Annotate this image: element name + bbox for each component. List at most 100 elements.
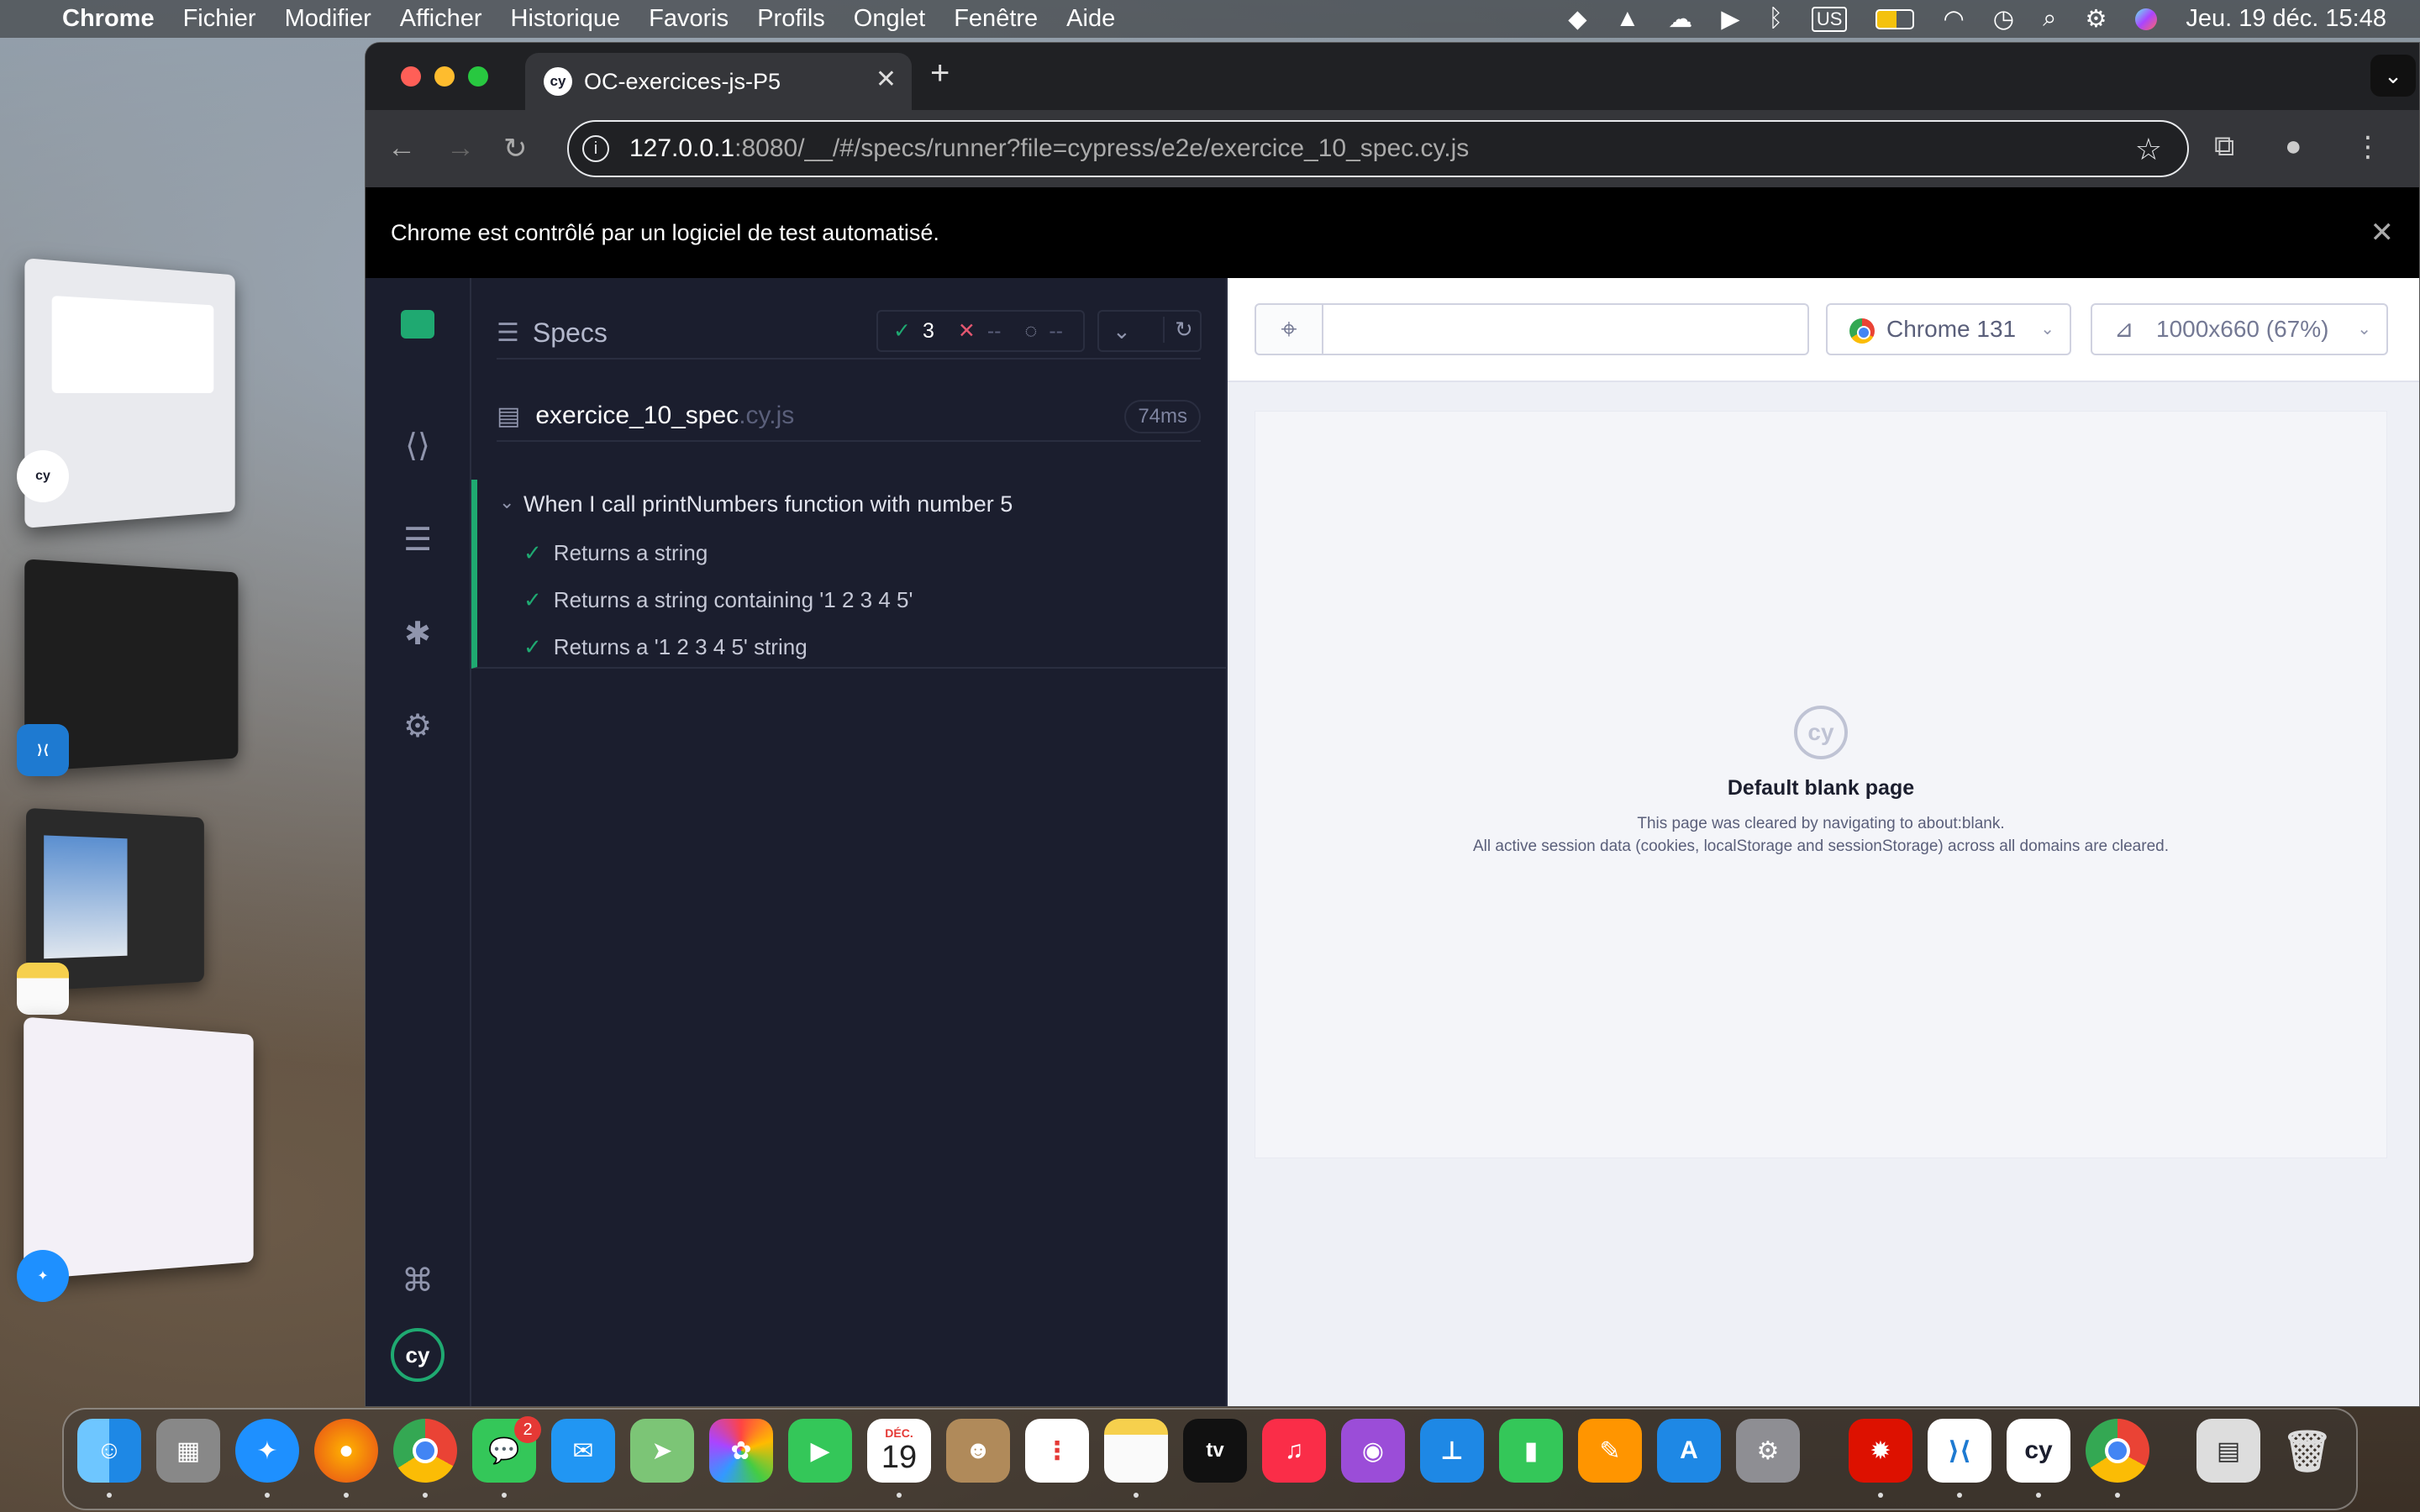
- calendar-icon[interactable]: DÉC. 19: [867, 1419, 931, 1483]
- selector-playground-button[interactable]: ⌖: [1255, 303, 1323, 355]
- downloads-stack-icon[interactable]: ▤: [2196, 1419, 2260, 1483]
- browser-selector[interactable]: Chrome 131 ⌄: [1826, 303, 2071, 355]
- aut-iframe[interactable]: cy Default blank page This page was clea…: [1255, 411, 2387, 1158]
- apple-tv-icon[interactable]: tv: [1183, 1419, 1247, 1483]
- cypress-dock-icon[interactable]: cy: [2007, 1419, 2070, 1483]
- app-store-icon[interactable]: A: [1657, 1419, 1721, 1483]
- spec-duration: 74ms: [1124, 400, 1201, 433]
- close-window-button[interactable]: [401, 66, 421, 87]
- site-info-icon[interactable]: i: [582, 135, 609, 162]
- close-tab-icon[interactable]: ✕: [876, 65, 897, 94]
- suite-collapse-chevron-icon[interactable]: ⌄: [499, 491, 514, 513]
- numbers-icon[interactable]: ▮: [1499, 1419, 1563, 1483]
- maps-icon[interactable]: ➤: [630, 1419, 694, 1483]
- specs-nav-icon[interactable]: ⟨⟩: [397, 426, 438, 466]
- menu-fenetre[interactable]: Fenêtre: [954, 5, 1038, 33]
- stage-thumb-browser[interactable]: [24, 1016, 254, 1280]
- new-tab-button[interactable]: +: [930, 55, 950, 92]
- chrome-alt-dock-icon[interactable]: [2086, 1419, 2149, 1483]
- contacts-icon[interactable]: ☻: [946, 1419, 1010, 1483]
- menu-modifier[interactable]: Modifier: [285, 5, 371, 33]
- specs-list-icon[interactable]: ☰: [497, 318, 519, 348]
- battery-icon[interactable]: [1876, 8, 1915, 29]
- extensions-icon[interactable]: ⧉: [2214, 130, 2234, 163]
- file-icon: ▤: [497, 402, 521, 430]
- forward-icon[interactable]: →: [446, 132, 475, 165]
- specs-title[interactable]: Specs: [533, 318, 608, 349]
- wifi-icon[interactable]: ◠: [1943, 4, 1964, 34]
- drive-icon[interactable]: ▲: [1616, 5, 1640, 33]
- settings-nav-icon[interactable]: ⚙: [397, 706, 438, 747]
- minimize-window-button[interactable]: [434, 66, 455, 87]
- reminders-icon[interactable]: ⋮: [1025, 1419, 1089, 1483]
- address-bar[interactable]: i 127.0.0.1:8080/__/#/specs/runner?file=…: [567, 120, 2189, 177]
- profile-icon[interactable]: ●: [2285, 130, 2302, 163]
- siri-icon[interactable]: [2135, 8, 2158, 30]
- mail-icon[interactable]: ✉: [551, 1419, 615, 1483]
- podcasts-icon[interactable]: ◉: [1341, 1419, 1405, 1483]
- automation-infobar: Chrome est contrôlé par un logiciel de t…: [366, 187, 2419, 278]
- test-item[interactable]: ✓ Returns a '1 2 3 4 5' string: [523, 634, 808, 660]
- status-app-icon[interactable]: ◆: [1568, 4, 1586, 34]
- browser-toolbar: ← → ↻ i 127.0.0.1:8080/__/#/specs/runner…: [366, 110, 2419, 187]
- running-indicator: [1957, 1493, 1962, 1498]
- menu-profils[interactable]: Profils: [757, 5, 825, 33]
- aut-url-input[interactable]: [1323, 303, 1809, 355]
- menu-app-name[interactable]: Chrome: [62, 5, 155, 33]
- cypress-runner: ⟨⟩ ☰ ✱ ⚙ ⌘ cy ☰ Specs ✓ 3 ✕ -- ◌ -- ⌄ ↻: [366, 278, 2419, 1406]
- bookmark-star-icon[interactable]: ☆: [2135, 132, 2162, 167]
- blank-page-line-1: This page was cleared by navigating to a…: [1637, 815, 2005, 832]
- test-item[interactable]: ✓ Returns a string: [523, 540, 708, 566]
- control-center-icon[interactable]: ⚙: [2085, 4, 2107, 34]
- pages-icon[interactable]: ✎: [1578, 1419, 1642, 1483]
- runs-nav-icon[interactable]: ☰: [397, 520, 438, 560]
- vscode-dock-icon[interactable]: ⟩⟨: [1928, 1419, 1991, 1483]
- music-icon[interactable]: ♫: [1262, 1419, 1326, 1483]
- rerun-tests-button[interactable]: ↻: [1163, 317, 1193, 343]
- test-item[interactable]: ✓ Returns a string containing '1 2 3 4 5': [523, 587, 913, 613]
- menu-aide[interactable]: Aide: [1066, 5, 1115, 33]
- photos-icon[interactable]: ✿: [709, 1419, 773, 1483]
- menu-historique[interactable]: Historique: [511, 5, 621, 33]
- test-suite: ⌄ When I call printNumbers function with…: [471, 480, 1228, 669]
- automation-message: Chrome est contrôlé par un logiciel de t…: [391, 219, 939, 245]
- launchpad-icon[interactable]: ▦: [156, 1419, 220, 1483]
- notes-icon[interactable]: [1104, 1419, 1168, 1483]
- suite-title[interactable]: When I call printNumbers function with n…: [523, 491, 1013, 517]
- facetime-icon[interactable]: ▶: [788, 1419, 852, 1483]
- system-settings-icon[interactable]: ⚙: [1736, 1419, 1800, 1483]
- viewport-selector[interactable]: ⊿ 1000x660 (67%) ⌄: [2091, 303, 2388, 355]
- chrome-dock-icon[interactable]: [393, 1419, 457, 1483]
- project-icon[interactable]: [401, 310, 434, 339]
- firefox-icon[interactable]: ●: [314, 1419, 378, 1483]
- safari-icon[interactable]: ✦: [235, 1419, 299, 1483]
- keyboard-layout[interactable]: US: [1811, 6, 1848, 32]
- finder-icon[interactable]: ☺: [77, 1419, 141, 1483]
- keynote-icon[interactable]: ⊥: [1420, 1419, 1484, 1483]
- close-infobar-icon[interactable]: ✕: [2370, 216, 2395, 249]
- maximize-window-button[interactable]: [468, 66, 488, 87]
- back-icon[interactable]: ←: [387, 132, 416, 165]
- reload-icon[interactable]: ↻: [503, 132, 528, 165]
- menu-favoris[interactable]: Favoris: [649, 5, 729, 33]
- bluetooth-icon[interactable]: ᛒ: [1769, 5, 1783, 33]
- chevron-down-icon: ⌄: [2357, 320, 2371, 339]
- browser-tab[interactable]: cy OC-exercices-js-P5 ✕: [525, 53, 912, 110]
- search-icon[interactable]: ⌕: [2043, 5, 2056, 33]
- trash-icon[interactable]: 🗑: [2275, 1419, 2339, 1483]
- time-machine-icon[interactable]: ◷: [1993, 4, 2014, 34]
- clock[interactable]: Jeu. 19 déc. 15:48: [2186, 5, 2386, 33]
- more-menu-icon[interactable]: ⋮: [2354, 130, 2382, 164]
- keyboard-shortcuts-icon[interactable]: ⌘: [397, 1261, 438, 1301]
- cypress-logo[interactable]: cy: [391, 1328, 445, 1382]
- menu-fichier[interactable]: Fichier: [183, 5, 256, 33]
- expand-collapse-button[interactable]: ⌄: [1113, 318, 1131, 344]
- debug-nav-icon[interactable]: ✱: [397, 614, 438, 654]
- play-icon[interactable]: ▶: [1721, 4, 1739, 34]
- menu-afficher[interactable]: Afficher: [400, 5, 482, 33]
- test-title: Returns a '1 2 3 4 5' string: [553, 634, 808, 659]
- menu-onglet[interactable]: Onglet: [854, 5, 925, 33]
- wolfram-icon[interactable]: ✹: [1849, 1419, 1912, 1483]
- cloud-icon[interactable]: ☁: [1668, 4, 1692, 34]
- tab-search-button[interactable]: ⌄: [2370, 55, 2416, 97]
